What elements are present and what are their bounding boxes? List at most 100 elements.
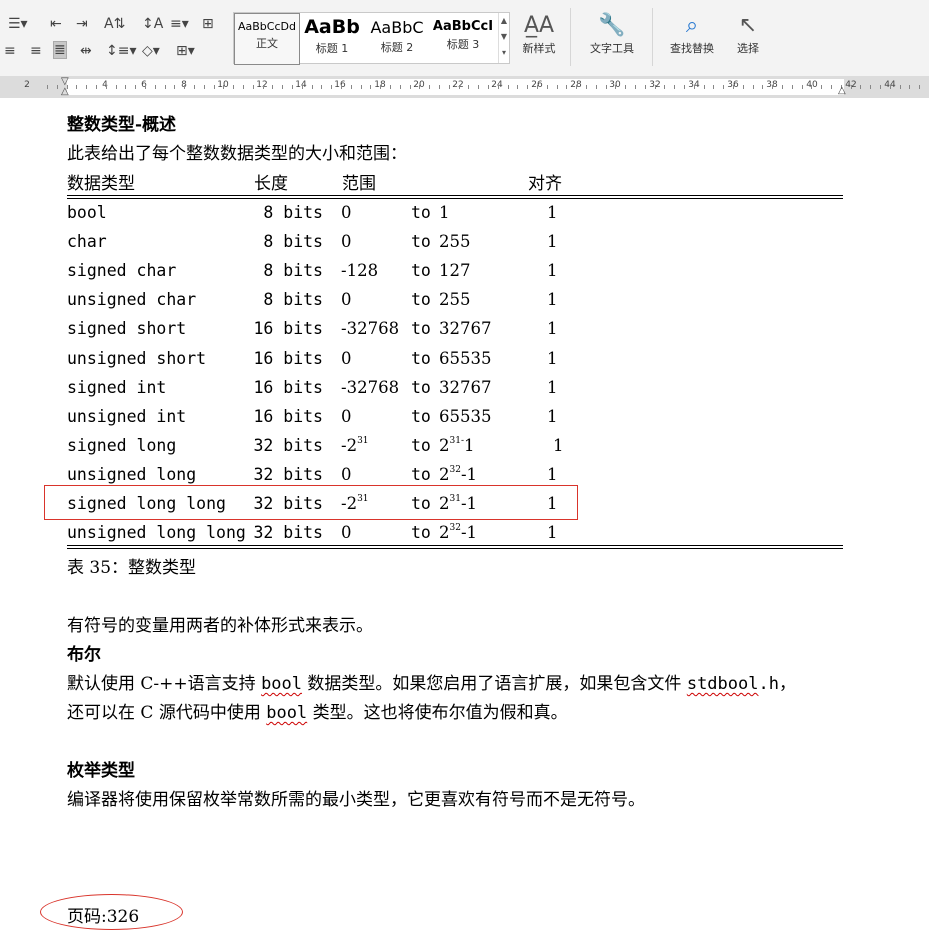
range-to-value: 2 [439, 523, 450, 543]
line-spacing-menu-icon[interactable]: ≡▾ [170, 16, 189, 32]
ruler-tick [253, 85, 254, 89]
table-bottom-rule [67, 545, 843, 546]
decrease-indent-icon[interactable]: ⇤ [50, 16, 62, 32]
code-bool: bool [266, 703, 308, 723]
ribbon-toolbar: ☰▾ ⇤ ⇥ A⇅ ↕A ≡▾ ⊞ ≡ ≡ ≣ ⇹ ↕≡▾ ◇▾ ⊞▾ AaBb… [0, 0, 929, 77]
hanging-indent-icon[interactable]: △ [61, 86, 69, 97]
ruler-tick [380, 85, 381, 89]
increase-indent-icon[interactable]: ⇥ [76, 16, 88, 32]
new-style-label: 新样式 [522, 42, 556, 55]
style-heading-3[interactable]: AaBbCcI 标题 3 [430, 13, 496, 63]
cell-align: 1 [547, 377, 558, 397]
ruler-tick [694, 85, 695, 89]
style-sample: AaBbC [370, 18, 424, 37]
style-heading-2[interactable]: AaBbC 标题 2 [365, 13, 429, 63]
cell-type: signed int [67, 377, 167, 397]
bool-paragraph-line-2: 还可以在 C 源代码中使用 bool 类型。这也将使布尔值为假和真。 [67, 698, 568, 723]
cell-type: signed char [67, 261, 177, 281]
cell-range-from: 0 [341, 407, 352, 426]
ruler-tick [743, 85, 744, 89]
style-normal[interactable]: AaBbCcDd 正文 [234, 13, 300, 65]
document-page[interactable]: 整数类型-概述 此表给出了每个整数数据类型的大小和范围： 数据类型 长度 范围 … [0, 98, 929, 932]
column-header-length: 长度 [254, 174, 288, 194]
line-spacing-icon[interactable]: ↕≡▾ [106, 43, 137, 59]
ruler-tick [615, 85, 616, 89]
section-title: 整数类型-概述 [67, 115, 177, 135]
range-from-value: -2 [341, 435, 358, 455]
range-to-tail: 1 [464, 435, 475, 455]
ruler-tick [635, 85, 636, 89]
style-scroll[interactable]: ▲ ▼ ▾ [498, 13, 509, 63]
table-row: signed int 16 bits -32768 to 32767 1 [67, 374, 843, 403]
cell-range-from: 0 [341, 349, 352, 368]
ruler-tick [586, 85, 587, 89]
ruler-tick [802, 85, 803, 89]
range-to-exponent: 31- [449, 435, 465, 446]
ruler-tick [57, 85, 58, 89]
bullet-list-icon[interactable]: ☰▾ [8, 16, 28, 32]
find-replace-button[interactable]: ⌕ 查找替换 [662, 12, 722, 56]
table-bottom-rule [67, 548, 843, 549]
ruler-tick [684, 85, 685, 89]
ruler-tick [106, 85, 107, 89]
ruler-tick [116, 85, 117, 89]
separator [570, 8, 571, 66]
ruler-tick [145, 85, 146, 89]
style-heading-1[interactable]: AaBb 标题 1 [300, 13, 364, 63]
range-to-value: 2 [439, 435, 450, 455]
ruler-tick [184, 85, 185, 89]
ruler-tick [860, 85, 861, 89]
column-header-type: 数据类型 [67, 174, 135, 194]
text-direction-icon[interactable]: A⇅ [104, 16, 125, 32]
cell-range-to-word: to [411, 203, 431, 222]
ruler-tick [361, 85, 362, 89]
ruler-tick [753, 85, 754, 89]
ruler-number: 22 [452, 80, 464, 90]
align-left-icon[interactable]: ≡ [4, 43, 16, 59]
ruler-number: 14 [295, 80, 307, 90]
text-run: 类型。这也将使布尔值为假和真。 [307, 703, 568, 723]
text-tools-button[interactable]: 🔧 文字工具 [582, 12, 642, 56]
column-header-range: 范围 [342, 174, 376, 194]
right-indent-icon[interactable]: △ [838, 85, 846, 96]
ruler-tick [429, 85, 430, 89]
bool-paragraph-line-1: 默认使用 C-++语言支持 bool 数据类型。如果您启用了语言扩展，如果包含文… [67, 669, 796, 694]
select-button[interactable]: ↖ 选择 [728, 12, 768, 56]
cell-align: 1 [547, 290, 558, 310]
ruler-tick [547, 85, 548, 89]
ruler-tick [909, 85, 910, 89]
cell-range-to-word: to [411, 290, 431, 310]
justify-icon[interactable]: ≣ [53, 41, 67, 59]
new-style-button[interactable]: A̲A 新样式 [514, 12, 564, 56]
distributed-icon[interactable]: ⇹ [80, 43, 92, 59]
sort-icon[interactable]: ↕A [142, 16, 163, 32]
cell-align: 1 [547, 464, 558, 484]
ruler-tick [674, 85, 675, 89]
horizontal-ruler[interactable]: 2468101214161820222426283032343638404244… [0, 76, 929, 98]
ruler-tick [880, 85, 881, 89]
range-to-exponent: 32 [449, 523, 461, 534]
cell-type: unsigned long [67, 464, 197, 484]
ruler-tick [664, 85, 665, 89]
border-icon[interactable]: ⊞▾ [176, 43, 195, 59]
ruler-tick [772, 85, 773, 89]
ruler-tick [645, 85, 646, 89]
cell-range-from: -231 [341, 436, 369, 455]
ruler-number: 12 [256, 80, 268, 90]
range-to-value: 32767 [439, 377, 492, 397]
style-sample: AaBbCcDd [238, 20, 296, 33]
align-right-icon[interactable]: ≡ [30, 43, 42, 59]
range-from-exponent: 31 [357, 435, 369, 446]
ruler-number: 16 [334, 80, 346, 90]
table-icon[interactable]: ⊞ [202, 16, 214, 32]
style-name: 标题 2 [380, 41, 414, 54]
ruler-tick [223, 85, 224, 89]
intro-text: 此表给出了每个整数数据类型的大小和范围： [67, 144, 407, 164]
range-from-value: 0 [341, 203, 352, 222]
cell-range-to: 1 [439, 203, 450, 222]
cell-range-to: 232-1 [439, 523, 477, 542]
ruler-tick [762, 85, 763, 89]
ruler-tick [488, 85, 489, 89]
shading-icon[interactable]: ◇▾ [142, 43, 160, 59]
cell-align: 1 [547, 523, 558, 543]
